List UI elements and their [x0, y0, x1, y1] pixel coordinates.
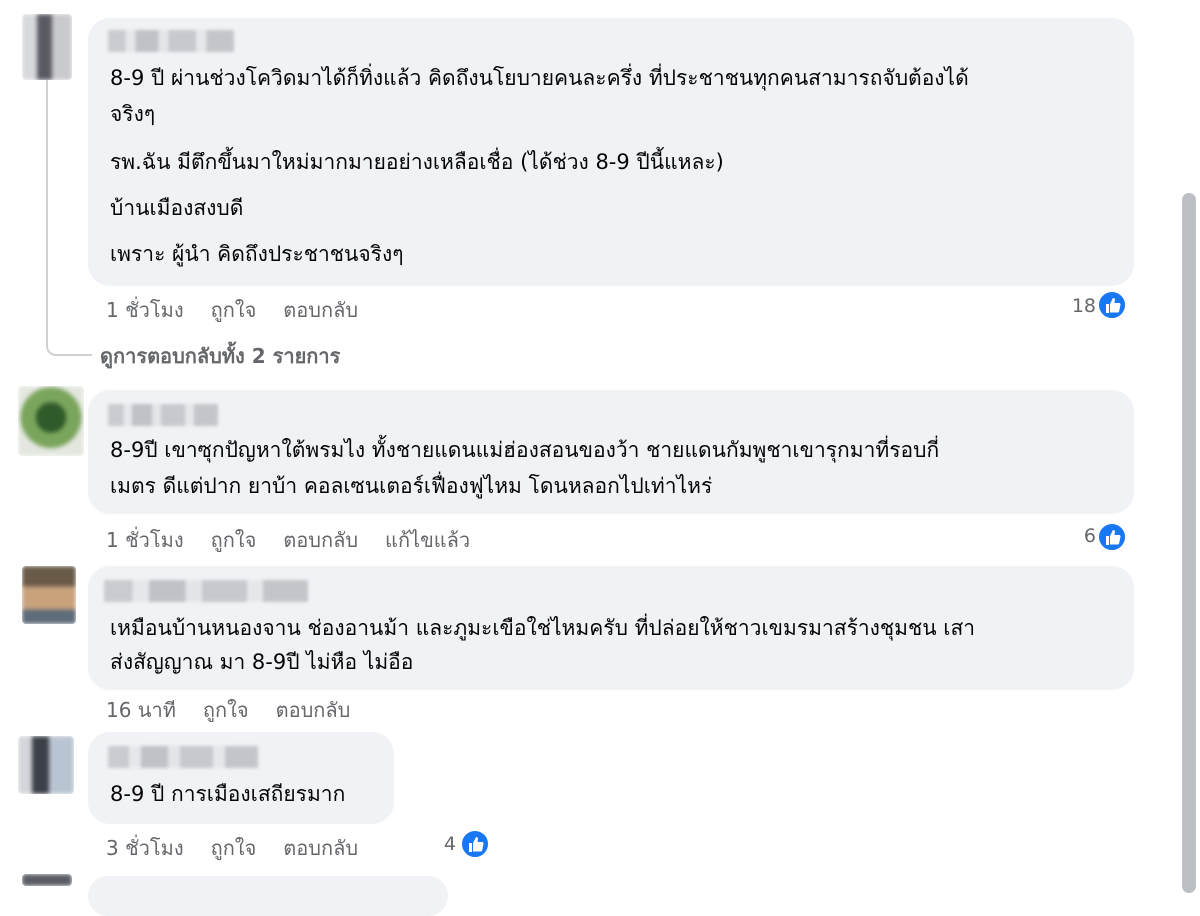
reaction-count[interactable]: 4 [416, 833, 456, 855]
comment-meta: 1 ชั่วโมง ถูกใจ ตอบกลับ แก้ไขแล้ว [106, 524, 497, 556]
edited-label[interactable]: แก้ไขแล้ว [385, 528, 470, 552]
comment-bubble: เหมือนบ้านหนองจาน ช่องอานม้า และภูมะเขือ… [88, 566, 1134, 690]
comment-bubble: 8-9 ปี ผ่านช่วงโควิดมาได้ก็ทิ่งแล้ว คิดถ… [88, 18, 1134, 286]
comment-bubble [88, 876, 448, 916]
author-name-blurred[interactable] [108, 746, 258, 768]
reply-button[interactable]: ตอบกลับ [283, 836, 358, 860]
reaction-count[interactable]: 18 [1050, 295, 1096, 317]
thread-curve [46, 330, 92, 356]
comment-text-line: รพ.ฉัน มีตึกขึ้นมาใหม่มากมายอย่างเหลือเช… [110, 150, 724, 174]
comment-meta: 1 ชั่วโมง ถูกใจ ตอบกลับ [106, 294, 385, 326]
like-button[interactable]: ถูกใจ [203, 698, 249, 722]
scrollbar-thumb[interactable] [1182, 193, 1196, 893]
comment-bubble: 8-9 ปี การเมืองเสถียรมาก [88, 732, 394, 824]
thread-line [46, 80, 48, 338]
author-name-blurred[interactable] [108, 404, 218, 426]
view-replies-link[interactable]: ดูการตอบกลับทั้ง 2 รายการ [100, 340, 340, 372]
comment-bubble: 8-9ปี เขาซุกปัญหาใต้พรมไง ทั้งชายแดนแม่ฮ… [88, 390, 1134, 514]
reply-button[interactable]: ตอบกลับ [276, 698, 351, 722]
author-name-blurred[interactable] [108, 30, 234, 52]
like-thumb-icon[interactable] [1097, 522, 1127, 552]
like-thumb-icon[interactable] [460, 829, 490, 859]
comment-meta: 3 ชั่วโมง ถูกใจ ตอบกลับ [106, 832, 385, 864]
author-name-blurred[interactable] [104, 580, 308, 602]
comment-text-line: 8-9ปี เขาซุกปัญหาใต้พรมไง ทั้งชายแดนแม่ฮ… [110, 438, 940, 462]
comment-text-line: 8-9 ปี การเมืองเสถียรมาก [110, 782, 346, 806]
comment-text-line: ส่งสัญญาณ มา 8-9ปี ไม่หือ ไม่อือ [110, 650, 414, 674]
comment-text-line: บ้านเมืองสงบดี [110, 196, 244, 220]
comment-time[interactable]: 16 นาที [106, 698, 176, 722]
avatar[interactable] [22, 874, 72, 886]
like-button[interactable]: ถูกใจ [211, 528, 257, 552]
comment-text-line: เพราะ ผู้นำ คิดถึงประชาชนจริงๆ [110, 242, 404, 266]
comment-time[interactable]: 3 ชั่วโมง [106, 836, 184, 860]
avatar[interactable] [22, 14, 72, 80]
comment-meta: 16 นาที ถูกใจ ตอบกลับ [106, 694, 377, 726]
like-button[interactable]: ถูกใจ [211, 836, 257, 860]
reaction-count[interactable]: 6 [1050, 525, 1096, 547]
like-button[interactable]: ถูกใจ [211, 298, 257, 322]
comment-text-line: เมตร ดีแต่ปาก ยาบ้า คอลเซนเตอร์เฟื่องฟูไ… [110, 474, 713, 498]
comment-time[interactable]: 1 ชั่วโมง [106, 298, 184, 322]
comment-text-line: จริงๆ [110, 102, 156, 126]
comment-text-line: 8-9 ปี ผ่านช่วงโควิดมาได้ก็ทิ่งแล้ว คิดถ… [110, 66, 969, 90]
avatar[interactable] [18, 386, 84, 456]
avatar[interactable] [22, 566, 76, 624]
avatar[interactable] [18, 736, 74, 794]
scrollbar[interactable] [1176, 0, 1200, 893]
comment-text-line: เหมือนบ้านหนองจาน ช่องอานม้า และภูมะเขือ… [110, 616, 976, 640]
reply-button[interactable]: ตอบกลับ [283, 298, 358, 322]
comment-time[interactable]: 1 ชั่วโมง [106, 528, 184, 552]
like-thumb-icon[interactable] [1097, 290, 1127, 320]
reply-button[interactable]: ตอบกลับ [283, 528, 358, 552]
